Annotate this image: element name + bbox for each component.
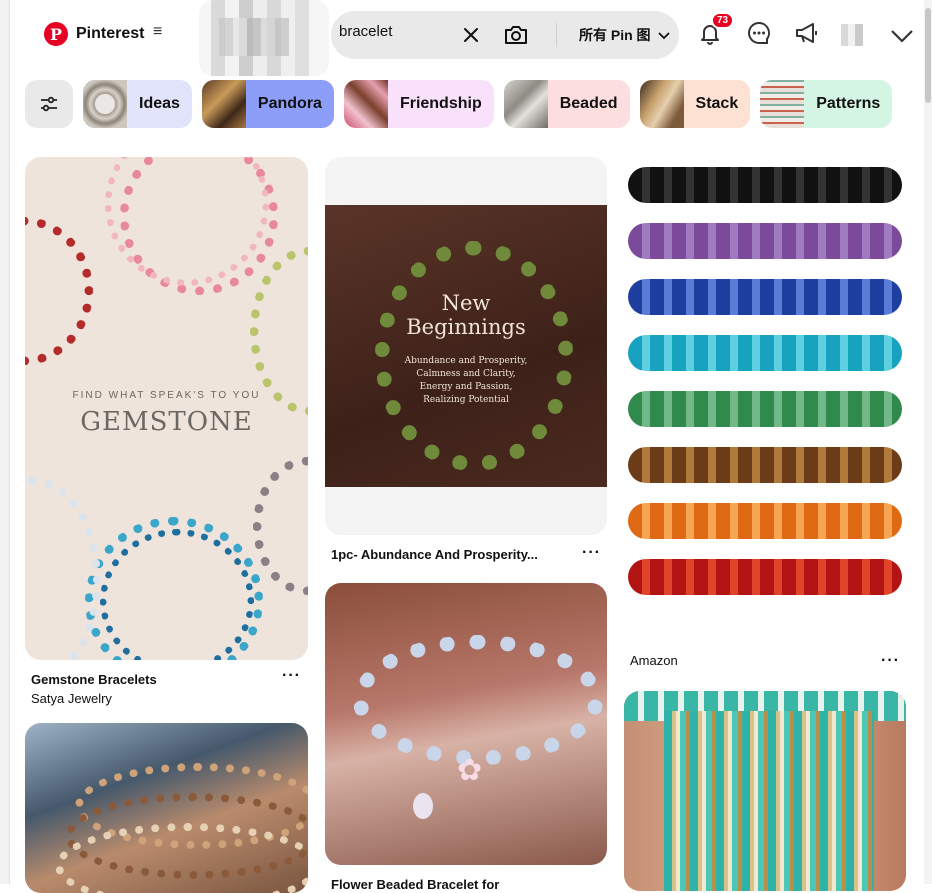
more-options-button[interactable]: ··· xyxy=(282,667,301,685)
bracelet-row xyxy=(628,559,902,595)
pin-image[interactable] xyxy=(624,691,906,891)
scrollbar[interactable] xyxy=(924,0,932,884)
window-left-edge xyxy=(0,0,10,884)
logo-text: Pinterest xyxy=(76,25,145,42)
updates-button[interactable] xyxy=(792,18,822,48)
pin-overlay-body: Abundance and Prosperity, Calmness and C… xyxy=(404,356,528,405)
chip-thumbnail xyxy=(760,80,805,128)
pin-card[interactable] xyxy=(25,723,308,893)
chip-patterns[interactable]: Patterns xyxy=(760,80,893,128)
chip-thumbnail xyxy=(201,80,246,128)
chip-thumbnail xyxy=(503,80,548,128)
crystal-bead xyxy=(413,793,433,819)
menu-icon[interactable]: ≡ xyxy=(153,23,162,41)
close-icon xyxy=(464,28,478,42)
sliders-icon xyxy=(41,96,57,112)
blurred-profile-image xyxy=(199,0,329,76)
notification-badge: 73 xyxy=(711,12,735,29)
chip-thumbnail xyxy=(343,80,388,128)
chip-thumbnail xyxy=(639,80,684,128)
search-divider xyxy=(556,23,557,47)
pin-overlay-heading: GEMSTONE xyxy=(80,407,253,437)
chevron-down-icon xyxy=(657,32,670,40)
megaphone-icon xyxy=(796,23,817,43)
chip-label: Friendship xyxy=(399,95,482,112)
pin-image[interactable]: New Beginnings Abundance and Prosperity,… xyxy=(325,157,607,535)
flower-charm-icon: ✿ xyxy=(457,754,483,787)
pin-title[interactable]: 1pc- Abundance And Prosperity... xyxy=(331,547,561,562)
bracelet-row xyxy=(628,391,902,427)
search-scope-dropdown[interactable]: 所有 Pin 图 xyxy=(579,25,671,45)
pin-source[interactable]: Satya Jewelry xyxy=(31,691,308,706)
more-options-button[interactable]: ··· xyxy=(881,652,900,670)
bracelet-row xyxy=(628,447,902,483)
filter-button[interactable] xyxy=(25,80,73,128)
scope-label: 所有 Pin 图 xyxy=(579,27,651,43)
bracelet-stack xyxy=(664,711,874,891)
chip-pandora[interactable]: Pandora xyxy=(201,80,334,128)
search-input[interactable] xyxy=(339,23,454,40)
chip-friendship[interactable]: Friendship xyxy=(343,80,494,128)
chip-thumbnail xyxy=(83,80,127,128)
chip-beaded[interactable]: Beaded xyxy=(503,80,630,128)
pin-card[interactable]: FIND WHAT SPEAK'S TO YOU GEMSTONE Gemsto… xyxy=(25,157,308,706)
top-header: P Pinterest ≡ 所有 Pin 图 73 xyxy=(9,0,924,76)
chip-label: Pandora xyxy=(257,95,322,112)
bracelet-decoration xyxy=(25,477,101,660)
bracelet-decoration xyxy=(353,635,603,765)
pin-card[interactable]: ✿ Flower Beaded Bracelet for xyxy=(325,583,607,892)
pin-image[interactable]: ✿ xyxy=(325,583,607,865)
chevron-down-icon xyxy=(891,30,913,43)
chip-label: Ideas xyxy=(139,95,180,112)
bracelet-decoration xyxy=(100,529,254,660)
pin-image[interactable] xyxy=(25,723,308,893)
bracelet-decoration xyxy=(25,217,93,365)
scrollbar-thumb[interactable] xyxy=(925,8,931,103)
pinterest-logo-icon: P xyxy=(44,22,68,46)
chip-ideas[interactable]: Ideas xyxy=(83,80,192,128)
bracelet-row xyxy=(628,167,902,203)
pin-title[interactable]: Gemstone Bracelets xyxy=(31,672,308,687)
pin-source[interactable]: Amazon xyxy=(630,653,906,668)
notifications-button[interactable]: 73 xyxy=(695,12,735,48)
pin-image-photo: New Beginnings Abundance and Prosperity,… xyxy=(325,205,607,487)
bracelet-row xyxy=(628,503,902,539)
pin-image[interactable] xyxy=(624,157,906,643)
search-suggestion-chips: Ideas Pandora Friendship Beaded Stack Pa… xyxy=(25,80,893,128)
clear-search-button[interactable] xyxy=(459,23,483,47)
account-menu-button[interactable] xyxy=(889,22,915,48)
pin-card[interactable] xyxy=(624,691,906,891)
messages-button[interactable] xyxy=(744,18,774,48)
pinterest-logo[interactable]: P Pinterest xyxy=(44,22,144,46)
bracelet-row xyxy=(628,279,902,315)
camera-icon xyxy=(505,26,527,44)
bracelet-row xyxy=(628,335,902,371)
search-bar[interactable]: 所有 Pin 图 xyxy=(331,11,679,59)
pin-card[interactable]: New Beginnings Abundance and Prosperity,… xyxy=(325,157,607,562)
bracelet-decoration xyxy=(253,457,308,595)
pin-title[interactable]: Flower Beaded Bracelet for xyxy=(331,877,561,892)
bracelet-row xyxy=(628,223,902,259)
chip-label: Beaded xyxy=(559,95,618,112)
more-options-button[interactable]: ··· xyxy=(582,544,601,562)
pin-overlay-tagline: FIND WHAT SPEAK'S TO YOU xyxy=(72,390,261,401)
chat-bubble-icon xyxy=(748,21,770,44)
chip-label: Patterns xyxy=(816,95,881,112)
profile-avatar[interactable] xyxy=(841,24,863,46)
pin-overlay-heading: New Beginnings xyxy=(406,291,526,339)
visual-search-button[interactable] xyxy=(503,23,529,47)
chip-stack[interactable]: Stack xyxy=(639,80,751,128)
pin-card[interactable]: Amazon ··· xyxy=(624,157,906,670)
pin-image[interactable]: FIND WHAT SPEAK'S TO YOU GEMSTONE xyxy=(25,157,308,660)
chip-label: Stack xyxy=(695,95,739,112)
